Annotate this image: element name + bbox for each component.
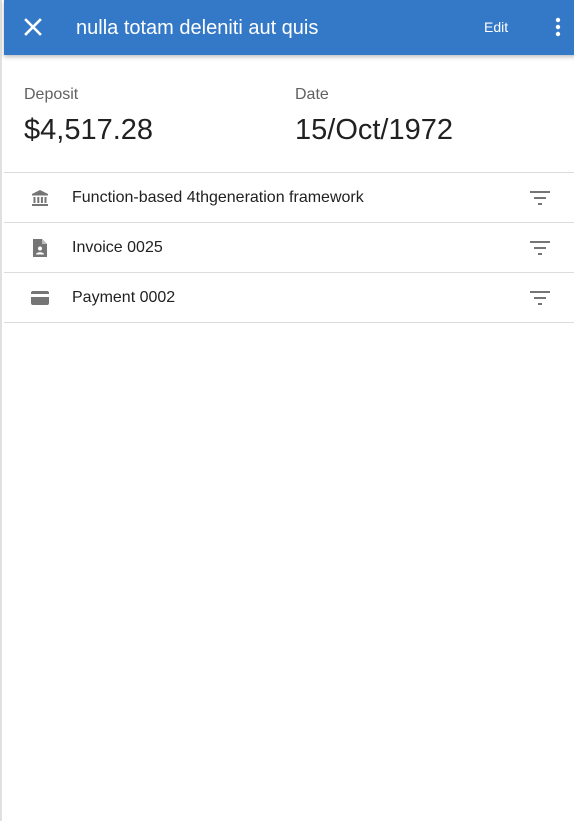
list-item-label: Function-based 4thgeneration framework bbox=[72, 189, 364, 206]
payment-card-icon bbox=[30, 288, 50, 308]
deposit-amount: $4,517.28 bbox=[24, 114, 154, 146]
list-item-payment[interactable]: Payment 0002 bbox=[4, 273, 574, 323]
deposit-field: Deposit $4,517.28 bbox=[24, 85, 153, 147]
app-bar: nulla totam deleniti aut quis Edit bbox=[4, 0, 574, 55]
edit-button[interactable]: Edit bbox=[472, 14, 520, 40]
deposit-label: Deposit bbox=[24, 86, 79, 103]
close-button[interactable] bbox=[14, 8, 52, 46]
more-vert-icon bbox=[555, 17, 561, 37]
filter-icon[interactable] bbox=[528, 186, 552, 210]
list-item-bank-account[interactable]: Function-based 4thgeneration framework bbox=[4, 173, 574, 223]
close-icon bbox=[24, 18, 42, 36]
list-item-label: Invoice 0025 bbox=[72, 239, 163, 256]
filter-icon[interactable] bbox=[528, 236, 552, 260]
app-window: nulla totam deleniti aut quis Edit Depos… bbox=[0, 0, 574, 821]
page-title: nulla totam deleniti aut quis bbox=[76, 17, 319, 39]
invoice-icon bbox=[30, 238, 50, 258]
date-value: 15/Oct/1972 bbox=[295, 114, 453, 146]
date-field: Date 15/Oct/1972 bbox=[295, 85, 453, 147]
bank-icon bbox=[30, 188, 50, 208]
list-item-label: Payment 0002 bbox=[72, 289, 176, 306]
list-item-invoice[interactable]: Invoice 0025 bbox=[4, 223, 574, 273]
date-label: Date bbox=[295, 86, 329, 103]
deposit-summary: Deposit $4,517.28 Date 15/Oct/1972 bbox=[4, 55, 574, 173]
related-items-list: Function-based 4thgeneration framework I… bbox=[4, 173, 574, 323]
more-options-button[interactable] bbox=[544, 8, 572, 46]
filter-icon[interactable] bbox=[528, 286, 552, 310]
